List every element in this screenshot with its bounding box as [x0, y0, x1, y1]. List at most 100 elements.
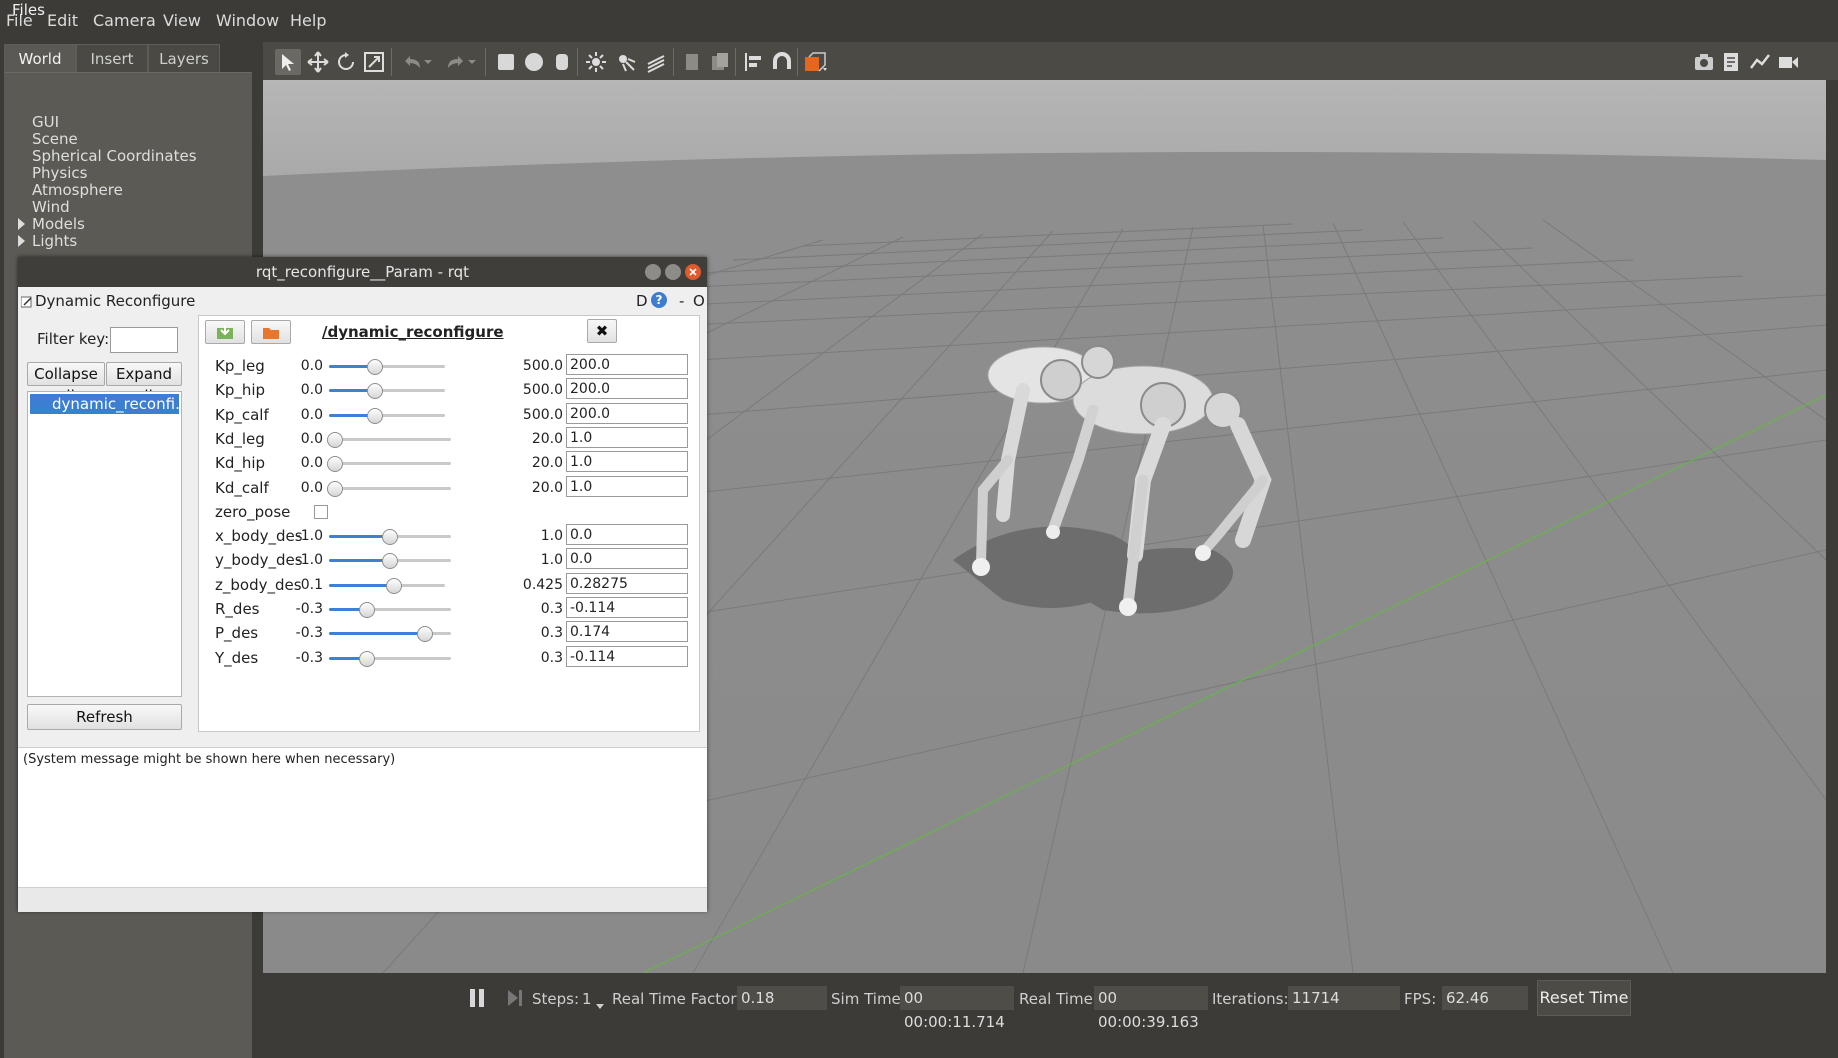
param-value-input[interactable]: 1.0 [566, 476, 688, 497]
close-section-icon[interactable]: ✖ [587, 319, 617, 343]
steps-value[interactable]: 1 [582, 990, 592, 1008]
param-value-input[interactable]: -0.114 [566, 646, 688, 667]
param-slider-handle[interactable] [382, 529, 398, 545]
status-footer [18, 887, 707, 912]
menu-edit[interactable]: Edit [47, 11, 78, 30]
menu-window[interactable]: Window [216, 11, 279, 30]
param-label: Kd_hip [215, 454, 266, 472]
param-slider-handle[interactable] [327, 456, 344, 472]
steps-dropdown-icon[interactable] [595, 997, 605, 1015]
maximize-icon[interactable] [665, 264, 681, 280]
rotate-icon[interactable] [333, 49, 359, 75]
scale-icon[interactable] [361, 49, 387, 75]
param-row-P_des: P_des -0.3 0.3 0.174 [199, 621, 699, 645]
param-slider-handle[interactable] [386, 578, 403, 594]
step-icon[interactable] [506, 988, 524, 1008]
tree-item-spherical-coordinates[interactable]: Spherical Coordinates [32, 147, 197, 165]
tab-world[interactable]: World [4, 44, 76, 73]
menu-view[interactable]: View [163, 11, 201, 30]
help-icon[interactable]: ? [651, 292, 667, 308]
param-slider-handle[interactable] [358, 651, 375, 667]
expand-arrow-icon[interactable] [18, 235, 25, 247]
param-value-input[interactable]: 200.0 [566, 403, 688, 424]
param-slider-handle[interactable] [327, 432, 344, 448]
directional-light-icon[interactable] [643, 49, 669, 75]
param-slider-track[interactable] [329, 487, 451, 490]
sphere-icon[interactable] [521, 49, 547, 75]
screenshot-icon[interactable] [1691, 49, 1717, 75]
param-value-input[interactable]: 0.0 [566, 548, 688, 569]
param-slider-handle[interactable] [417, 626, 434, 642]
select-arrow-icon[interactable] [275, 49, 301, 75]
param-value-input[interactable]: 200.0 [566, 378, 688, 399]
param-slider-track[interactable] [329, 438, 451, 441]
param-slider-handle[interactable] [358, 602, 375, 618]
collapse-all-button[interactable]: Collapse all [27, 362, 105, 405]
tab-layers[interactable]: Layers [148, 44, 220, 73]
filter-key-input[interactable] [110, 327, 178, 353]
translate-icon[interactable] [305, 49, 331, 75]
plugin-minimize-button[interactable]: - [679, 292, 684, 310]
spot-light-icon[interactable] [613, 49, 639, 75]
param-value-input[interactable]: -0.114 [566, 597, 688, 618]
param-slider-fill [329, 584, 394, 587]
log-icon[interactable] [1719, 49, 1745, 75]
expand-arrow-icon[interactable] [18, 218, 25, 230]
plot-icon[interactable] [1747, 49, 1773, 75]
record-icon[interactable] [1775, 49, 1801, 75]
toolbar-separator [577, 48, 578, 76]
menu-camera[interactable]: Camera [93, 11, 156, 30]
param-value-input[interactable]: 200.0 [566, 354, 688, 375]
param-slider-handle[interactable] [382, 553, 398, 569]
menu-file[interactable]: File [6, 11, 33, 30]
undo-dropdown-icon[interactable] [421, 49, 435, 75]
reset-time-button[interactable]: Reset Time [1537, 980, 1631, 1016]
param-slider-handle[interactable] [367, 408, 384, 424]
zero-pose-checkbox[interactable] [314, 505, 328, 519]
tree-item-models[interactable]: Models [32, 215, 85, 233]
param-rows: Kp_leg 0.0 500.0 200.0 Kp_hip 0.0 500.0 200.0 Kp… [199, 354, 699, 724]
cylinder-icon[interactable] [549, 49, 575, 75]
snap-icon[interactable] [769, 49, 795, 75]
tree-item-scene[interactable]: Scene [32, 130, 78, 148]
point-light-icon[interactable] [583, 49, 609, 75]
save-params-button[interactable] [205, 320, 245, 344]
param-max: 1.0 [540, 552, 563, 568]
plugin-d-button[interactable]: D [636, 292, 648, 310]
close-icon[interactable] [685, 264, 701, 280]
tree-item-atmosphere[interactable]: Atmosphere [32, 181, 123, 199]
minimize-icon[interactable] [645, 264, 661, 280]
tree-item-wind[interactable]: Wind [32, 198, 70, 216]
paste-icon[interactable] [707, 49, 733, 75]
redo-dropdown-icon[interactable] [465, 49, 479, 75]
node-list[interactable]: dynamic_reconfi... [27, 391, 182, 697]
plugin-close-button[interactable]: O [693, 292, 705, 310]
view-angle-icon[interactable] [803, 49, 829, 75]
param-slider-handle[interactable] [367, 383, 384, 399]
param-slider-handle[interactable] [327, 481, 344, 497]
param-value-input[interactable]: 1.0 [566, 451, 688, 472]
tab-insert[interactable]: Insert [76, 44, 148, 73]
tree-item-gui[interactable]: GUI [32, 113, 59, 131]
param-slider-handle[interactable] [367, 359, 384, 375]
param-row-R_des: R_des -0.3 0.3 -0.114 [199, 597, 699, 621]
menu-help[interactable]: Help [290, 11, 326, 30]
right-panel-handle[interactable] [1826, 80, 1838, 1023]
refresh-button[interactable]: Refresh [27, 704, 182, 730]
pause-icon[interactable] [468, 988, 486, 1008]
copy-icon[interactable] [679, 49, 705, 75]
tree-item-physics[interactable]: Physics [32, 164, 87, 182]
param-value-input[interactable]: 0.174 [566, 621, 688, 642]
param-slider-track[interactable] [329, 462, 451, 465]
param-value-input[interactable]: 0.0 [566, 524, 688, 545]
expand-all-button[interactable]: Expand all [106, 362, 182, 405]
param-value-input[interactable]: 1.0 [566, 427, 688, 448]
align-icon[interactable] [741, 49, 767, 75]
param-max: 0.3 [540, 650, 563, 666]
tree-item-lights[interactable]: Lights [32, 232, 77, 250]
param-value-input[interactable]: 0.28275 [566, 573, 688, 594]
box-icon[interactable] [493, 49, 519, 75]
window-title-bar[interactable]: rqt_reconfigure__Param - rqt [18, 257, 707, 287]
node-list-item[interactable]: dynamic_reconfi... [30, 394, 179, 414]
load-params-button[interactable] [251, 320, 291, 344]
